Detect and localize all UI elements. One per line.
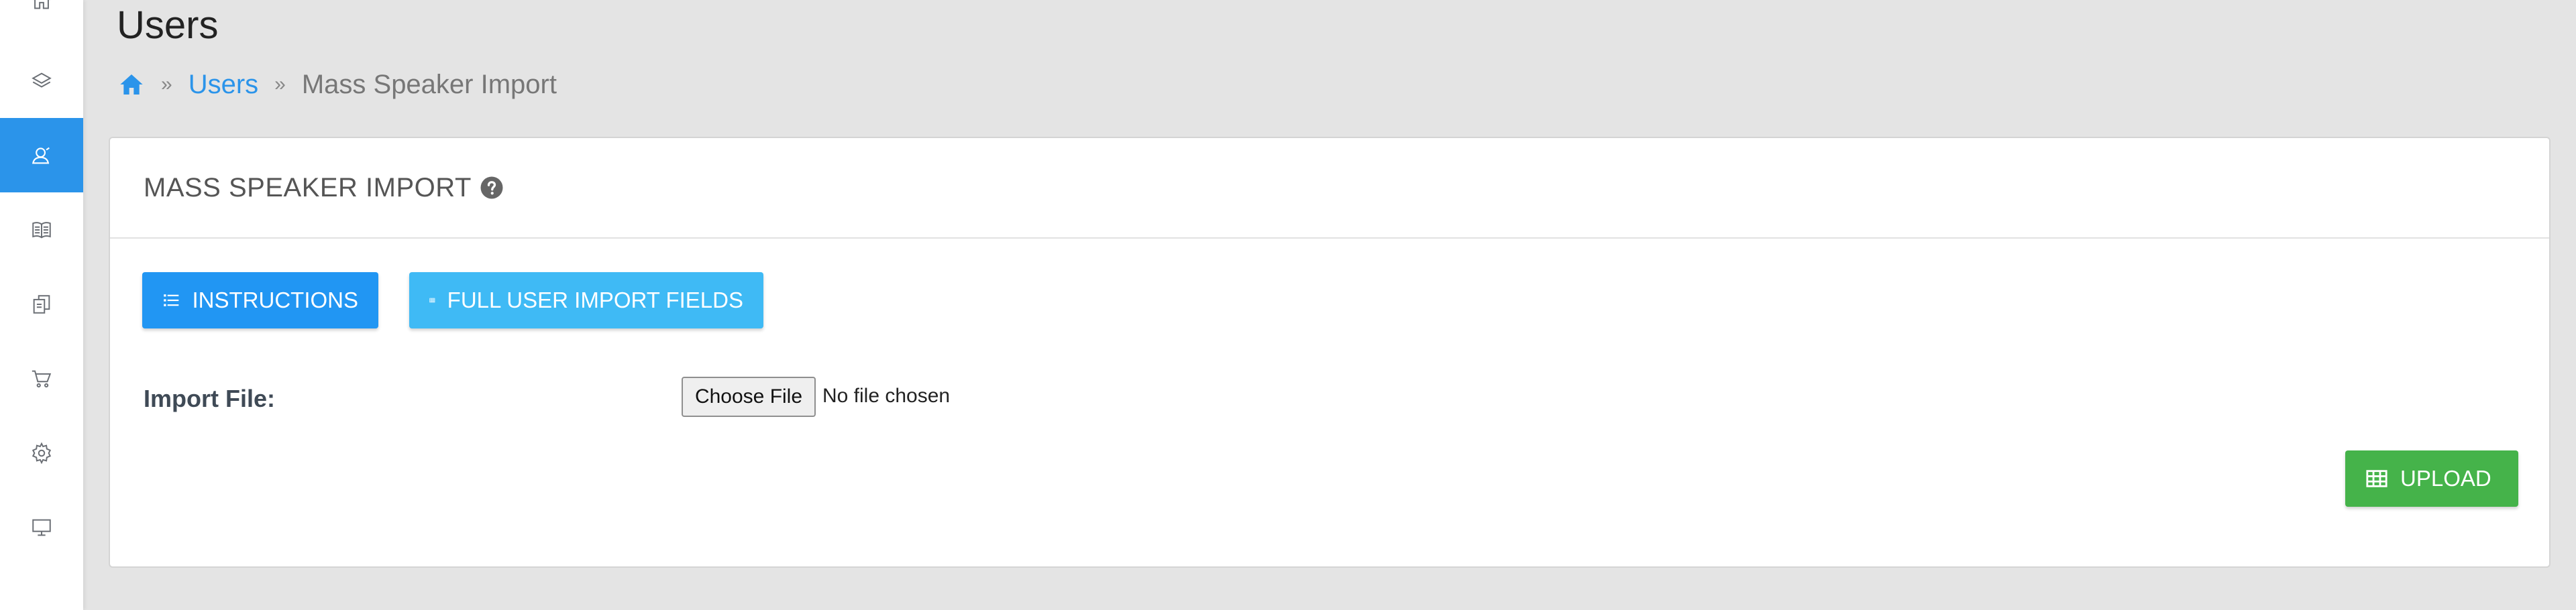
sidebar-item-cart[interactable] (0, 341, 83, 416)
question-circle-icon[interactable] (480, 176, 504, 200)
sidebar-item-monitor[interactable] (0, 490, 83, 564)
import-file-label: Import File: (144, 385, 275, 412)
home-icon (34, 0, 49, 9)
documents-icon (33, 294, 50, 314)
card-title: MASS SPEAKER IMPORT (144, 172, 472, 202)
table-icon (429, 298, 435, 303)
sidebar-item-users[interactable] (0, 118, 83, 192)
breadcrumb-separator: » (161, 73, 172, 95)
full-user-import-fields-button[interactable]: FULL USER IMPORT FIELDS (409, 272, 763, 328)
sidebar (0, 0, 83, 610)
table-icon (2366, 470, 2387, 487)
cart-icon (32, 370, 52, 387)
page-title: Users (117, 3, 219, 47)
breadcrumb-home[interactable] (118, 71, 145, 98)
main-content: Users » Users » Mass Speaker Import MASS… (83, 0, 2576, 610)
breadcrumb: » Users » Mass Speaker Import (118, 66, 557, 103)
sidebar-item-layers[interactable] (0, 44, 83, 118)
sidebar-item-book[interactable] (0, 192, 83, 267)
home-icon (120, 74, 143, 95)
gear-icon (32, 442, 52, 464)
sidebar-item-settings[interactable] (0, 416, 83, 490)
user-icon (32, 147, 50, 164)
instructions-button[interactable]: INSTRUCTIONS (142, 272, 378, 328)
layers-icon (32, 72, 52, 88)
list-icon (164, 294, 179, 306)
instructions-button-label: INSTRUCTIONS (192, 288, 359, 312)
monitor-icon (32, 519, 51, 536)
card-header: MASS SPEAKER IMPORT (110, 138, 2549, 239)
sidebar-item-home[interactable] (0, 0, 83, 38)
upload-button[interactable]: UPLOAD (2345, 450, 2518, 507)
file-chosen-status: No file chosen (822, 385, 951, 407)
breadcrumb-current: Mass Speaker Import (301, 70, 557, 99)
choose-file-button[interactable]: Choose File (682, 377, 816, 417)
import-card: MASS SPEAKER IMPORT INSTRUCTIONS FULL US… (109, 137, 2551, 568)
book-icon (32, 221, 51, 239)
breadcrumb-users-link[interactable]: Users (189, 66, 258, 103)
full-user-import-fields-button-label: FULL USER IMPORT FIELDS (447, 288, 743, 312)
sidebar-item-documents[interactable] (0, 267, 83, 341)
upload-button-label: UPLOAD (2400, 466, 2491, 491)
breadcrumb-separator: » (274, 73, 286, 95)
